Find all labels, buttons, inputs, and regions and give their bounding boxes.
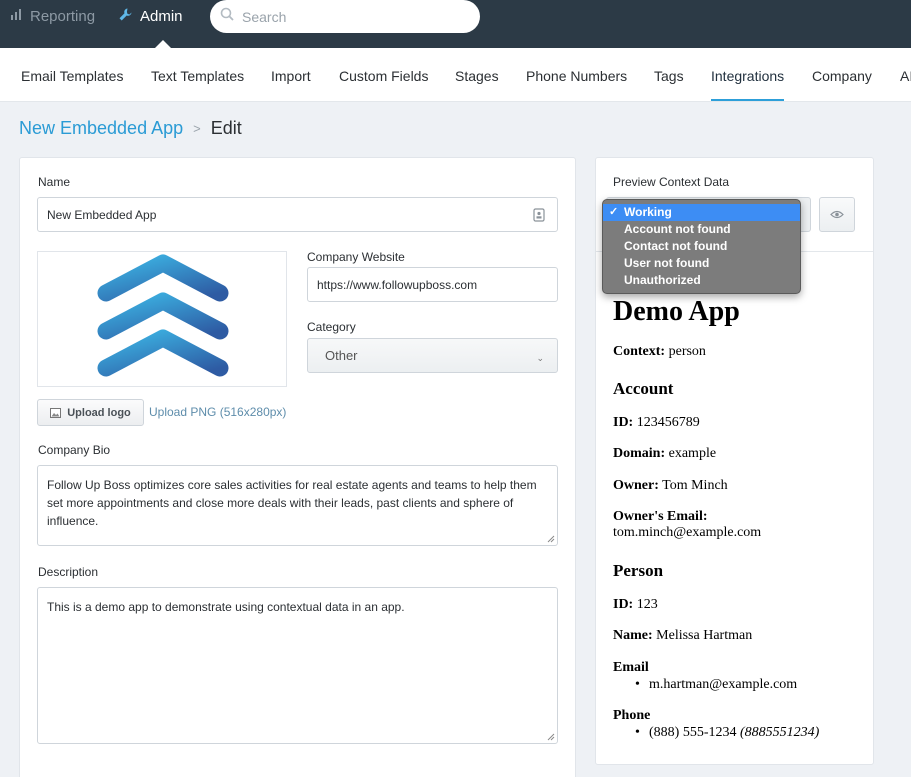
bar-chart-icon [10, 8, 30, 25]
domain-value: example [668, 446, 717, 461]
account-id-key: ID: [613, 415, 634, 430]
followupboss-logo [97, 254, 229, 377]
top-bar: Reporting Admin [0, 0, 911, 48]
context-option-working[interactable]: ✓ Working [603, 204, 800, 221]
contact-card-icon[interactable] [533, 207, 545, 222]
context-option-account-not-found[interactable]: Account not found [603, 221, 800, 238]
upload-logo-label: Upload logo [67, 406, 131, 419]
context-dropdown-menu: ✓ Working Account not found Contact not … [602, 199, 801, 294]
name-value: New Embedded App [47, 207, 157, 222]
category-value: Other [325, 348, 358, 363]
breadcrumb-separator: > [193, 121, 201, 136]
tab-ai[interactable]: AI [900, 48, 911, 101]
email-heading: Email [613, 660, 649, 676]
preview-eye-button[interactable] [819, 197, 855, 232]
phone-raw-value: (8885551234) [740, 725, 820, 740]
name-label: Name [38, 175, 71, 189]
person-name-line: Name: Melissa Hartman [613, 628, 752, 644]
owner-email-key: Owner's Email: [613, 509, 708, 524]
account-owner-line: Owner: Tom Minch [613, 478, 728, 494]
person-name-value: Melissa Hartman [656, 628, 753, 643]
account-id-line: ID: 123456789 [613, 415, 700, 431]
bio-value: Follow Up Boss optimizes core sales acti… [47, 478, 537, 528]
resize-handle-icon[interactable] [547, 535, 555, 543]
tab-integrations[interactable]: Integrations [711, 48, 785, 101]
nav-admin[interactable]: Admin [118, 0, 183, 33]
description-textarea[interactable]: This is a demo app to demonstrate using … [37, 587, 558, 744]
breadcrumb-app-link[interactable]: New Embedded App [19, 118, 183, 139]
app-form-card: Name New Embedded App Company Website ht… [19, 157, 576, 777]
list-item: m.hartman@example.com [635, 677, 797, 693]
chevron-down-icon: ⌄ [536, 353, 544, 363]
logo-preview [37, 251, 287, 387]
search-input[interactable] [242, 8, 462, 25]
email-key: Email [613, 660, 649, 675]
bio-label: Company Bio [38, 443, 111, 457]
person-id-value: 123 [636, 597, 658, 612]
account-heading: Account [613, 379, 674, 398]
website-field[interactable]: https://www.followupboss.com [307, 267, 558, 302]
phone-heading: Phone [613, 708, 650, 724]
context-key: Context: [613, 344, 666, 359]
category-label: Category [307, 320, 356, 334]
search-box[interactable] [210, 0, 480, 33]
image-icon [50, 407, 67, 418]
context-option-label: Working [624, 205, 672, 219]
owner-key: Owner: [613, 478, 659, 493]
upload-logo-button[interactable]: Upload logo [37, 399, 144, 426]
category-select[interactable]: Other ⌄ [307, 338, 558, 373]
person-id-key: ID: [613, 597, 634, 612]
person-heading: Person [613, 561, 664, 580]
tab-company[interactable]: Company [812, 48, 872, 101]
context-option-unauthorized[interactable]: Unauthorized [603, 272, 800, 289]
tab-phone-numbers[interactable]: Phone Numbers [526, 48, 627, 101]
list-item: (888) 555-1234 (8885551234) [635, 725, 820, 741]
account-id-value: 123456789 [636, 415, 700, 430]
search-icon [220, 7, 234, 26]
owner-email-line: Owner's Email: tom.minch@example.com [613, 509, 761, 541]
context-option-contact-not-found[interactable]: Contact not found [603, 238, 800, 255]
tab-email-templates[interactable]: Email Templates [21, 48, 123, 101]
person-id-line: ID: 123 [613, 597, 658, 613]
breadcrumb: New Embedded App > Edit [19, 118, 242, 139]
account-domain-line: Domain: example [613, 446, 716, 462]
tab-tags[interactable]: Tags [654, 48, 684, 101]
tab-import[interactable]: Import [271, 48, 311, 101]
phone-key: Phone [613, 708, 651, 723]
preview-context-line: Context: person [613, 344, 706, 360]
preview-context-label: Preview Context Data [613, 175, 730, 189]
phone-list: (888) 555-1234 (8885551234) [629, 725, 819, 741]
person-name-key: Name: [613, 628, 653, 643]
tab-custom-fields[interactable]: Custom Fields [339, 48, 428, 101]
nav-reporting-label: Reporting [30, 8, 96, 25]
owner-email-value: tom.minch@example.com [613, 525, 762, 540]
breadcrumb-current: Edit [210, 118, 242, 138]
tab-text-templates[interactable]: Text Templates [151, 48, 244, 101]
nav-reporting[interactable]: Reporting [10, 0, 95, 33]
name-field[interactable]: New Embedded App [37, 197, 558, 232]
tab-stages[interactable]: Stages [455, 48, 499, 101]
website-value: https://www.followupboss.com [317, 277, 478, 292]
preview-title: Demo App [613, 296, 740, 327]
eye-icon [830, 210, 844, 219]
active-section-caret [155, 40, 171, 48]
owner-value: Tom Minch [662, 478, 728, 493]
context-value: person [668, 344, 706, 359]
nav-admin-label: Admin [140, 8, 183, 25]
website-label: Company Website [307, 250, 405, 264]
description-label: Description [38, 565, 99, 579]
phone-value: (888) 555-1234 [649, 725, 737, 740]
wrench-icon [118, 7, 140, 26]
checkmark-icon: ✓ [609, 206, 619, 218]
resize-handle-icon[interactable] [547, 733, 555, 741]
domain-key: Domain: [613, 446, 666, 461]
upload-hint: Upload PNG (516x280px) [149, 405, 287, 419]
context-option-user-not-found[interactable]: User not found [603, 255, 800, 272]
bio-textarea[interactable]: Follow Up Boss optimizes core sales acti… [37, 465, 558, 546]
admin-nav: Email Templates Text Templates Import Cu… [0, 48, 911, 102]
description-value: This is a demo app to demonstrate using … [47, 600, 405, 614]
email-list: m.hartman@example.com [629, 677, 797, 693]
